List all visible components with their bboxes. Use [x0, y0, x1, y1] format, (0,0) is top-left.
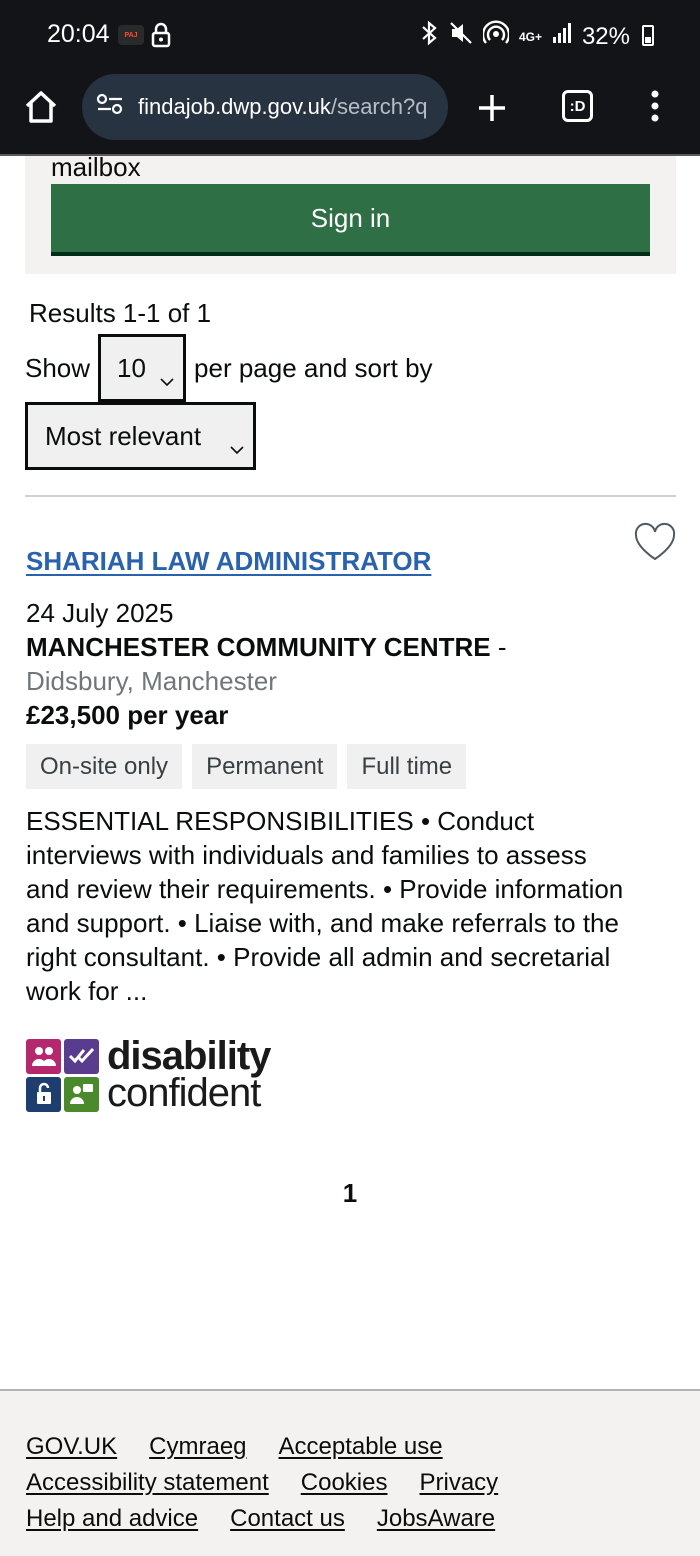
logo-squares — [26, 1038, 99, 1112]
sort-value: Most relevant — [45, 420, 202, 451]
disability-confident-logo: disability confident — [26, 1034, 271, 1115]
chevron-down-icon — [229, 431, 245, 462]
footer-link-contact[interactable]: Contact us — [230, 1505, 345, 1533]
chevron-down-icon — [159, 363, 175, 394]
network-label: 4G+ — [518, 29, 542, 44]
tag-permanent: Permanent — [192, 744, 338, 789]
job-salary: £23,500 per year — [26, 700, 229, 730]
unlock-icon — [26, 1076, 61, 1112]
footer-link-acceptable-use[interactable]: Acceptable use — [279, 1433, 443, 1461]
tag-full-time: Full time — [347, 744, 467, 789]
per-page-value: 10 — [117, 352, 146, 383]
tab-switcher-button[interactable]: :D — [562, 90, 593, 122]
signal-icon — [552, 22, 572, 51]
results-divider — [25, 495, 676, 497]
url-path: /search?q — [330, 94, 428, 119]
job-company: MANCHESTER COMMUNITY CENTRE - — [26, 632, 507, 663]
job-tags: On-site only Permanent Full time — [26, 744, 467, 789]
address-bar[interactable]: findajob.dwp.gov.uk/search?q — [82, 74, 448, 140]
logo-wordmark: disability confident — [107, 1034, 271, 1115]
hotspot-icon — [481, 20, 511, 53]
sort-select[interactable]: Most relevant — [25, 402, 256, 470]
notification-badge: PAJ — [118, 25, 144, 45]
signin-panel: mailbox Sign in — [25, 152, 676, 274]
save-job-heart-icon[interactable] — [633, 522, 677, 567]
battery-icon — [642, 25, 654, 46]
conversation-icon — [64, 1076, 99, 1112]
pagination-current-page: 1 — [342, 1178, 358, 1208]
per-page-select[interactable]: 10 — [98, 334, 187, 402]
status-bar: 20:04 PAJ 4G+ 32% — [0, 0, 700, 70]
job-title-link[interactable]: SHARIAH LAW ADMINISTRATOR — [26, 546, 431, 577]
status-time: 20:04 — [47, 20, 110, 48]
job-description: ESSENTIAL RESPONSIBILITIES • Conduct int… — [26, 806, 624, 1006]
footer: GOV.UK Cymraeg Acceptable use Accessibil… — [0, 1389, 700, 1556]
results-per-page-row: Show 10 per page and sort by — [25, 334, 433, 402]
bluetooth-icon — [419, 20, 439, 53]
logo-word-confident: confident — [107, 1071, 261, 1115]
company-name: MANCHESTER COMMUNITY CENTRE — [26, 632, 491, 662]
company-dash: - — [497, 632, 507, 662]
url-host: findajob.dwp.gov.uk — [138, 94, 331, 119]
sign-in-button[interactable]: Sign in — [51, 184, 650, 252]
job-location: Didsbury, Manchester — [26, 666, 277, 696]
mute-icon — [449, 20, 473, 53]
footer-link-cymraeg[interactable]: Cymraeg — [149, 1433, 246, 1461]
overflow-menu-icon[interactable] — [650, 90, 660, 127]
mailbox-text: mailbox — [51, 152, 141, 182]
footer-link-privacy[interactable]: Privacy — [419, 1469, 498, 1497]
battery-level: 32% — [581, 22, 630, 50]
home-icon[interactable] — [22, 88, 60, 131]
new-tab-icon[interactable] — [474, 90, 510, 131]
per-page-suffix: per page and sort by — [194, 352, 433, 383]
logo-word-disability: disability — [107, 1034, 271, 1078]
lock-icon — [150, 22, 172, 53]
footer-link-help[interactable]: Help and advice — [26, 1505, 198, 1533]
footer-links: GOV.UK Cymraeg Acceptable use Accessibil… — [26, 1433, 666, 1533]
double-check-icon — [64, 1038, 99, 1074]
browser-toolbar: findajob.dwp.gov.uk/search?q :D — [0, 70, 700, 156]
tag-on-site: On-site only — [26, 744, 183, 789]
footer-link-govuk[interactable]: GOV.UK — [26, 1433, 117, 1461]
people-icon — [26, 1038, 61, 1074]
footer-link-jobsaware[interactable]: JobsAware — [377, 1505, 495, 1533]
status-icons: 4G+ 32% — [419, 20, 648, 53]
show-label: Show — [25, 352, 91, 383]
footer-link-accessibility[interactable]: Accessibility statement — [26, 1469, 269, 1497]
footer-link-cookies[interactable]: Cookies — [301, 1469, 388, 1497]
site-settings-icon[interactable] — [96, 92, 124, 122]
results-summary: Results 1-1 of 1 — [29, 298, 212, 328]
job-date: 24 July 2025 — [26, 598, 174, 628]
